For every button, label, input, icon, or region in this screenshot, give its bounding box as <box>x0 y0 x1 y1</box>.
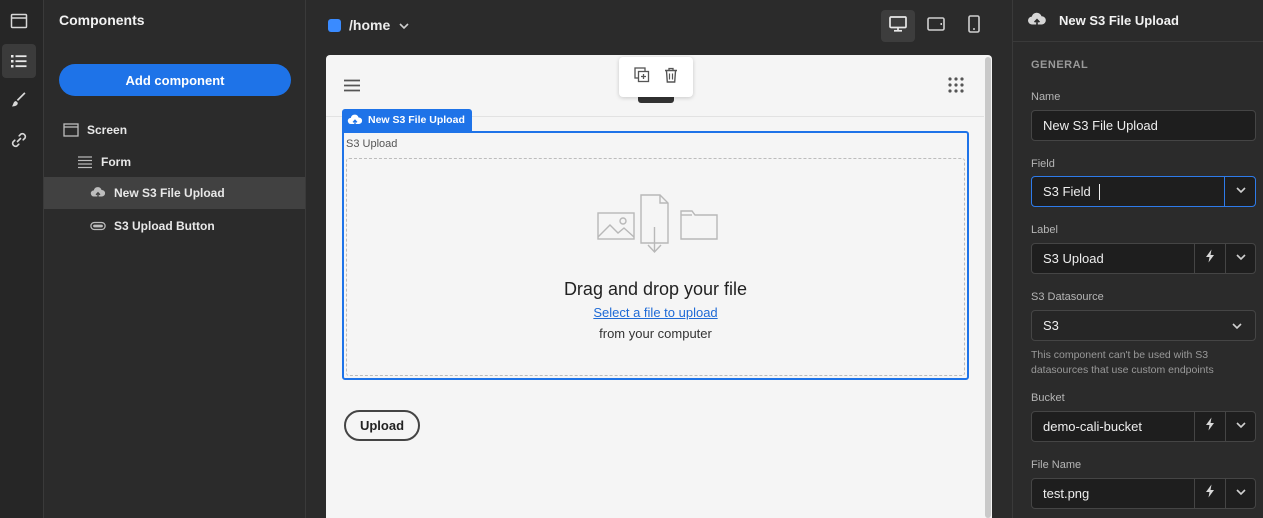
cloud-upload-icon <box>1027 12 1047 33</box>
name-label: Name <box>1031 91 1061 103</box>
tablet-icon <box>927 16 945 36</box>
chevron-down-icon <box>1235 418 1247 436</box>
field-label: S3 Upload <box>346 138 398 150</box>
datasource-value: S3 <box>1043 318 1059 333</box>
tree-item-s3-upload-button[interactable]: S3 Upload Button <box>44 210 305 242</box>
file-name-value: test.png <box>1043 486 1090 501</box>
components-panel: Components Add component Screen Form New… <box>44 0 306 518</box>
chevron-down-icon <box>1231 319 1243 337</box>
selected-tag-label: New S3 File Upload <box>368 114 465 126</box>
preview-canvas: New S3 File Upload S3 Upload Drag and dr… <box>326 55 992 518</box>
s3-upload-field[interactable]: S3 Upload Drag and drop your file Select… <box>342 131 969 380</box>
field-combobox[interactable]: S3 Field <box>1031 176 1256 207</box>
component-toolbar <box>619 57 693 97</box>
bucket-label: Bucket <box>1031 392 1065 404</box>
desktop-preview-button[interactable] <box>881 10 915 42</box>
settings-title: New S3 File Upload <box>1059 13 1179 28</box>
file-name-binding-button[interactable] <box>1194 478 1225 509</box>
name-input[interactable]: New S3 File Upload <box>1031 110 1256 141</box>
chevron-down-icon[interactable] <box>398 19 410 37</box>
screens-icon[interactable] <box>2 4 36 38</box>
tree-item-label: Screen <box>87 123 128 137</box>
selected-component-tag[interactable]: New S3 File Upload <box>342 109 472 131</box>
chevron-down-icon <box>1235 250 1247 268</box>
tree-item-form[interactable]: Form <box>44 146 305 178</box>
bucket-dropdown-button[interactable] <box>1225 411 1256 442</box>
file-name-input[interactable]: test.png <box>1031 478 1256 509</box>
top-bar: /home <box>306 0 1012 55</box>
field-dropdown-button[interactable] <box>1224 176 1256 207</box>
nav-rail <box>0 0 44 518</box>
duplicate-icon[interactable] <box>634 66 650 88</box>
lightning-icon <box>1205 484 1215 503</box>
label-input[interactable]: S3 Upload <box>1031 243 1256 274</box>
label-value: S3 Upload <box>1043 251 1104 266</box>
button-icon <box>90 218 106 234</box>
settings-panel: New S3 File Upload GENERAL Name New S3 F… <box>1012 0 1263 518</box>
tree-item-screen[interactable]: Screen <box>44 114 305 146</box>
theme-brush-icon[interactable] <box>2 83 36 117</box>
bucket-binding-button[interactable] <box>1194 411 1225 442</box>
label-label: Label <box>1031 224 1058 236</box>
chevron-down-icon <box>1235 183 1247 201</box>
bucket-input[interactable]: demo-cali-bucket <box>1031 411 1256 442</box>
tree-item-label: Form <box>101 155 131 169</box>
settings-header: New S3 File Upload <box>1013 0 1263 42</box>
file-name-label: File Name <box>1031 459 1082 471</box>
mobile-icon <box>968 14 980 38</box>
label-binding-button[interactable] <box>1194 243 1225 274</box>
datasource-label: S3 Datasource <box>1031 291 1104 303</box>
label-dropdown-button[interactable] <box>1225 243 1256 274</box>
select-file-link[interactable]: Select a file to upload <box>347 305 964 320</box>
components-title: Components <box>59 12 145 28</box>
dropzone-subtitle: from your computer <box>599 326 712 341</box>
add-component-button[interactable]: Add component <box>59 64 291 96</box>
lightning-icon <box>1205 417 1215 436</box>
file-types-icon <box>596 193 720 260</box>
datasource-note: This component can't be used with S3 dat… <box>1031 349 1214 376</box>
screen-icon <box>63 122 79 138</box>
file-name-dropdown-button[interactable] <box>1225 478 1256 509</box>
name-value: New S3 File Upload <box>1043 118 1158 133</box>
lightning-icon <box>1205 249 1215 268</box>
field-value: S3 Field <box>1043 184 1091 199</box>
cloud-upload-icon <box>347 114 363 127</box>
route-selector[interactable]: /home <box>349 17 390 33</box>
cloud-upload-icon <box>90 185 106 201</box>
components-list-icon[interactable] <box>2 44 36 78</box>
text-cursor <box>1099 184 1100 200</box>
dropzone-title: Drag and drop your file <box>563 279 748 299</box>
trash-icon[interactable] <box>664 67 678 88</box>
field-label: Field <box>1031 158 1055 170</box>
toolbar-tab <box>638 97 674 103</box>
tablet-preview-button[interactable] <box>919 10 953 42</box>
tree-item-label: New S3 File Upload <box>114 186 225 200</box>
datasource-select[interactable]: S3 <box>1031 310 1256 341</box>
apps-grid-icon[interactable] <box>948 77 964 98</box>
dropzone[interactable]: Drag and drop your file Select a file to… <box>346 158 965 376</box>
tree-item-label: S3 Upload Button <box>114 219 215 233</box>
route-color-dot <box>328 19 341 32</box>
link-icon[interactable] <box>2 123 36 157</box>
tree-item-new-s3-file-upload[interactable]: New S3 File Upload <box>44 177 305 209</box>
canvas-scrollbar[interactable] <box>985 57 991 518</box>
desktop-icon <box>889 15 907 37</box>
chevron-down-icon <box>1235 485 1247 503</box>
section-general: GENERAL <box>1031 59 1089 71</box>
form-icon <box>77 154 93 170</box>
bucket-value: demo-cali-bucket <box>1043 419 1142 434</box>
hamburger-menu-icon[interactable] <box>344 79 360 97</box>
mobile-preview-button[interactable] <box>957 10 991 42</box>
upload-button[interactable]: Upload <box>344 410 420 441</box>
